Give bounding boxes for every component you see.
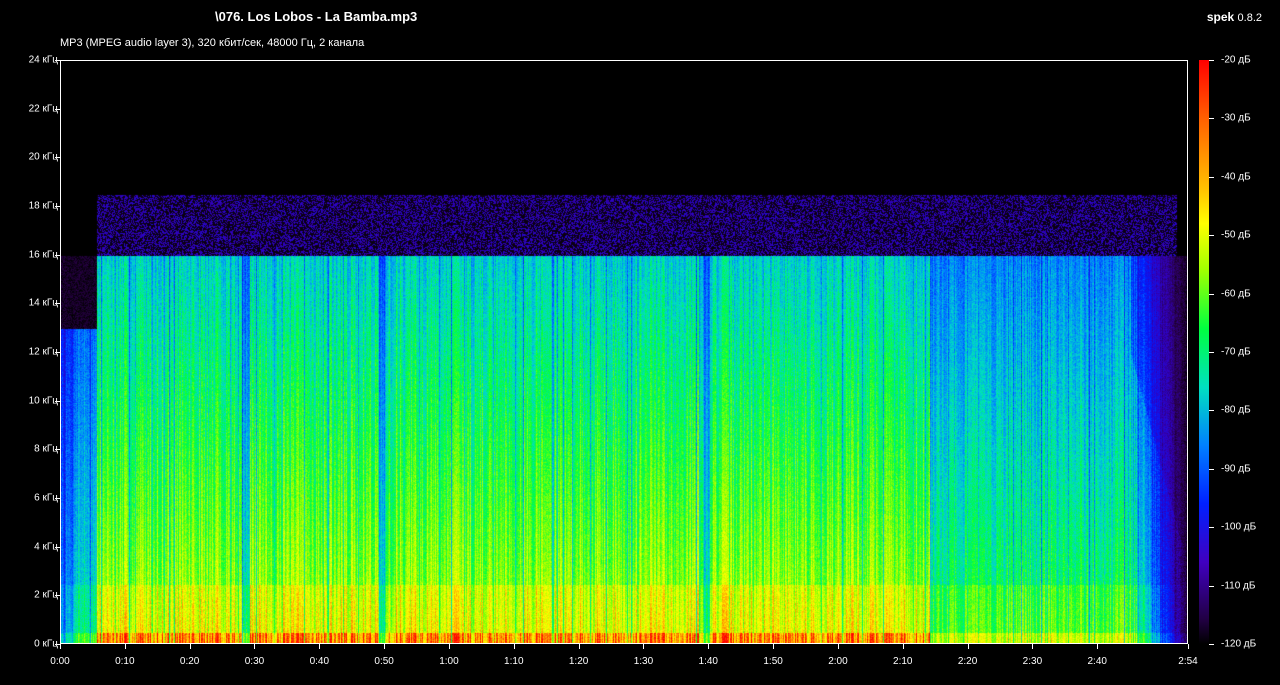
db-tick-mark — [1209, 527, 1214, 529]
frequency-tick-mark — [55, 303, 60, 305]
time-tick-label: 1:40 — [698, 656, 718, 667]
time-tick-mark — [319, 644, 321, 649]
time-tick-label: 0:30 — [244, 656, 265, 667]
time-tick-mark — [578, 644, 580, 649]
time-tick-mark — [513, 644, 515, 649]
time-tick-mark — [384, 644, 386, 649]
time-tick-mark — [60, 644, 61, 649]
frequency-tick-mark — [55, 254, 60, 256]
time-tick-mark — [189, 644, 191, 649]
db-tick-label: -100 дБ — [1221, 521, 1257, 533]
frequency-tick-mark — [55, 60, 60, 61]
db-tick-mark — [1209, 60, 1214, 61]
time-tick-label: 1:30 — [633, 656, 654, 667]
db-tick-mark — [1209, 118, 1214, 120]
time-tick-label: 1:10 — [504, 656, 524, 667]
frequency-tick-mark — [55, 498, 60, 499]
time-tick-mark — [708, 644, 710, 649]
frequency-tick-mark — [55, 449, 60, 451]
frequency-tick-label: 14 кГц — [28, 297, 58, 309]
time-tick-label: 2:10 — [893, 656, 913, 667]
time-tick-mark — [1097, 644, 1099, 649]
audio-info: MP3 (MPEG audio layer 3), 320 кбит/сек, … — [60, 37, 365, 49]
frequency-tick-label: 22 кГц — [28, 103, 58, 115]
frequency-tick-mark — [55, 157, 60, 159]
time-tick-label: 1:50 — [763, 656, 783, 667]
db-tick-label: -60 дБ — [1221, 288, 1251, 300]
time-tick-label: 2:54 — [1178, 656, 1198, 667]
time-tick-mark — [124, 644, 126, 649]
time-tick-label: 0:50 — [374, 656, 394, 667]
time-tick-label: 2:00 — [828, 656, 848, 667]
db-tick-mark — [1209, 293, 1214, 295]
db-tick-mark — [1209, 468, 1214, 470]
time-tick-label: 2:20 — [957, 656, 978, 667]
db-tick-mark — [1209, 585, 1214, 587]
time-tick-label: 2:30 — [1022, 656, 1043, 667]
frequency-tick-label: 20 кГц — [28, 151, 58, 163]
frequency-tick-label: 12 кГц — [28, 346, 58, 358]
time-tick-label: 2:40 — [1087, 656, 1107, 667]
time-tick-label: 1:20 — [568, 656, 589, 667]
spectrogram-plot[interactable] — [60, 60, 1188, 644]
frequency-tick-label: 16 кГц — [28, 249, 58, 261]
db-tick-mark — [1209, 235, 1214, 237]
db-tick-mark — [1209, 644, 1214, 645]
db-tick-label: -30 дБ — [1221, 112, 1251, 124]
time-tick-mark — [967, 644, 969, 649]
frequency-tick-mark — [55, 108, 60, 110]
db-tick-label: -20 дБ — [1221, 54, 1251, 66]
db-colorbar — [1199, 60, 1209, 644]
frequency-tick-mark — [55, 206, 60, 207]
db-tick-label: -110 дБ — [1221, 580, 1256, 592]
frequency-tick-label: 24 кГц — [28, 54, 58, 66]
db-tick-mark — [1209, 352, 1214, 353]
app-brand: spek 0.8.2 — [1207, 10, 1262, 24]
time-tick-label: 1:00 — [439, 656, 459, 667]
app-version: 0.8.2 — [1237, 12, 1262, 24]
frequency-tick-label: 18 кГц — [28, 200, 58, 212]
frequency-tick-label: 10 кГц — [28, 395, 58, 407]
db-tick-label: -80 дБ — [1221, 404, 1251, 416]
time-tick-label: 0:10 — [115, 656, 135, 667]
frequency-tick-mark — [55, 400, 60, 402]
frequency-tick-mark — [55, 352, 60, 353]
time-tick-label: 0:20 — [179, 656, 200, 667]
app-name: spek — [1206, 10, 1235, 24]
spectrogram-canvas — [61, 61, 1187, 643]
time-tick-mark — [773, 644, 775, 649]
db-tick-label: -40 дБ — [1221, 171, 1251, 183]
time-tick-label: 0:40 — [309, 656, 330, 667]
time-tick-mark — [837, 644, 839, 649]
db-tick-label: -70 дБ — [1221, 346, 1251, 358]
time-tick-mark — [643, 644, 645, 649]
time-tick-label: 0:00 — [50, 656, 70, 667]
db-tick-mark — [1209, 410, 1214, 412]
db-tick-label: -120 дБ — [1221, 638, 1257, 650]
file-title: \076. Los Lobos - La Bamba.mp3 — [215, 9, 418, 24]
frequency-tick-mark — [55, 595, 60, 597]
time-tick-mark — [254, 644, 256, 649]
db-tick-label: -90 дБ — [1221, 463, 1251, 475]
time-tick-mark — [1032, 644, 1034, 649]
db-tick-mark — [1209, 176, 1214, 178]
db-tick-label: -50 дБ — [1221, 229, 1251, 241]
frequency-tick-mark — [55, 546, 60, 548]
time-tick-mark — [448, 644, 450, 649]
time-tick-mark — [902, 644, 904, 649]
time-tick-mark — [1188, 644, 1189, 649]
